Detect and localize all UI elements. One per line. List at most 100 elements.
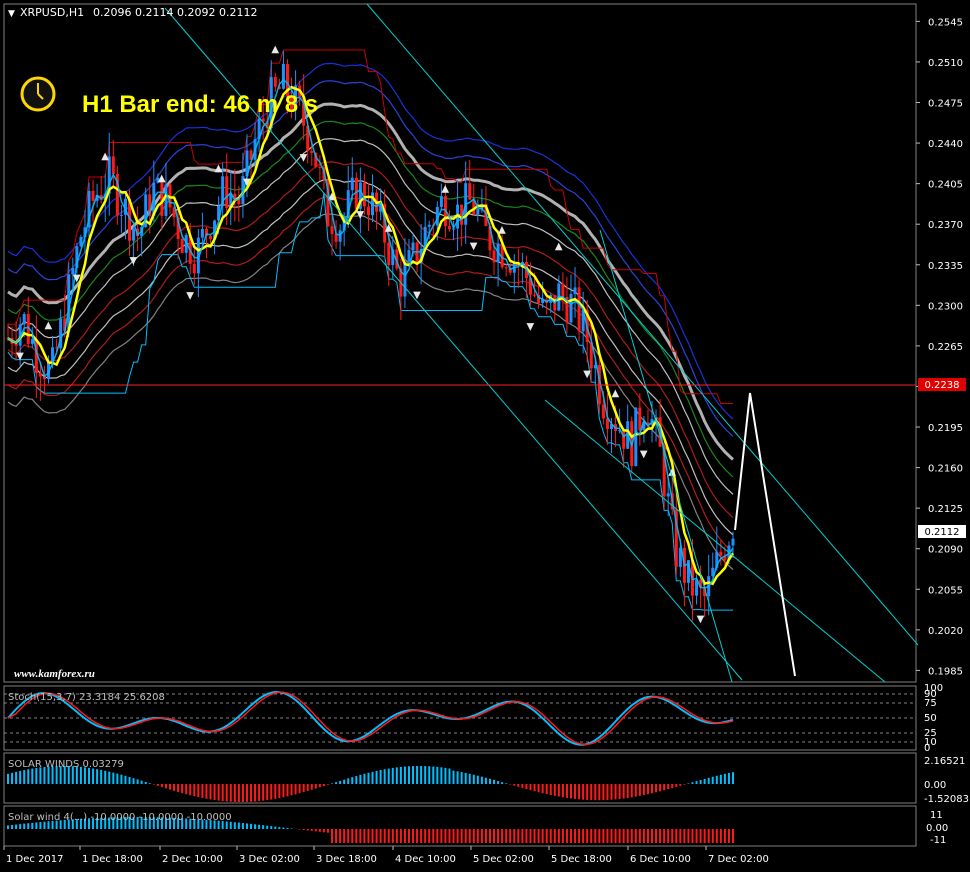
solar-wind-bar xyxy=(387,829,390,843)
solar-wind-bar xyxy=(403,829,406,843)
solar-winds-bar xyxy=(177,784,180,792)
solar-wind-bar xyxy=(436,829,439,843)
price-tick-label: 0.2020 xyxy=(928,626,963,637)
solar-wind-bar xyxy=(727,829,730,843)
solar-winds-bar xyxy=(436,766,439,784)
solar-winds-bar xyxy=(642,784,645,796)
solar-winds-bar xyxy=(185,784,188,795)
solar-winds-bar xyxy=(610,784,613,800)
solar-winds-bar xyxy=(112,772,115,784)
solar-winds-bar xyxy=(148,783,151,784)
solar-winds-bar xyxy=(432,766,435,784)
solar-wind-bar xyxy=(488,829,491,843)
candle-body xyxy=(533,294,537,296)
solar-wind-bar xyxy=(233,822,236,829)
solar-winds-bar xyxy=(197,784,200,798)
time-tick-label: 5 Dec 18:00 xyxy=(551,854,612,865)
price-tick-label: 0.2440 xyxy=(928,139,963,150)
candle-body xyxy=(719,551,723,556)
chart-header: ▼ XRPUSD,H1 0.2096 0.2114 0.2092 0.2112 xyxy=(8,6,257,19)
solar-winds-bar xyxy=(173,784,176,791)
solar-winds-bar xyxy=(254,784,257,802)
solar-winds-bar xyxy=(464,772,467,784)
solar-winds-bar xyxy=(96,769,99,784)
solar-winds-bar xyxy=(663,784,666,791)
candle-body xyxy=(577,287,581,332)
solar-wind-bar xyxy=(416,829,419,843)
solar-wind-bar xyxy=(270,826,273,829)
solar-wind-bar xyxy=(456,829,459,843)
price-tick-label: 0.2125 xyxy=(928,504,963,515)
fractal-arrow-icon: ▼ xyxy=(526,321,534,332)
solar-wind-bar xyxy=(407,829,410,843)
solar-wind-bar xyxy=(667,829,670,843)
solar-winds-bar xyxy=(606,784,609,800)
fractal-arrow-icon: ▼ xyxy=(640,449,648,460)
solar-wind-bar xyxy=(549,829,552,843)
solar-wind-bar xyxy=(412,829,415,843)
stoch-level-label: 0 xyxy=(924,743,930,754)
candle-body xyxy=(350,177,354,191)
solar-wind-bar xyxy=(650,829,653,843)
solar-winds-frame xyxy=(3,752,917,804)
candle-body xyxy=(415,242,419,264)
candle-body xyxy=(403,261,407,297)
price-tick-label: 0.2545 xyxy=(928,17,963,28)
solar-wind-bar xyxy=(626,829,629,843)
price-axis: 0.2545 0.2510 0.2475 0.2440 0.2405 0.2370 0.23… xyxy=(916,17,963,677)
solar-winds-bar xyxy=(278,784,281,799)
solar-winds-bar xyxy=(497,781,500,784)
solar-wind-bar xyxy=(262,825,265,829)
solar-winds-bar xyxy=(480,776,483,784)
solar-winds-bar xyxy=(399,766,402,784)
solar-wind-bar xyxy=(574,829,577,843)
solar-wind-bar xyxy=(476,829,479,843)
solar-wind-bar xyxy=(655,829,658,843)
dropdown-arrow-icon[interactable]: ▼ xyxy=(8,9,15,19)
solar-wind-bar xyxy=(254,824,257,829)
solar-winds-bar xyxy=(367,772,370,784)
solar-wind-bar xyxy=(732,829,734,843)
solar-winds-bar xyxy=(517,784,520,787)
solar-winds-bar xyxy=(578,784,581,800)
solar-winds-bar xyxy=(306,784,309,791)
solar-wind-bar xyxy=(521,829,524,843)
solar-wind-bar xyxy=(258,824,261,829)
solar-winds-bar xyxy=(703,778,706,784)
solar-wind-bar xyxy=(715,829,718,843)
solar-winds-label: SOLAR WINDS 0.03279 xyxy=(8,759,124,770)
solar-winds-bar xyxy=(553,784,556,796)
solar-winds-bar xyxy=(169,784,172,790)
solar-wind-bar xyxy=(501,829,504,843)
solar-winds-bar xyxy=(120,774,123,784)
solar-wind-bar xyxy=(561,829,564,843)
candle-body xyxy=(91,190,95,201)
solar-winds-bar xyxy=(391,767,394,784)
level-price-text: 0.2238 xyxy=(925,380,960,391)
solar-wind-bar xyxy=(484,829,487,843)
solar-winds-bar xyxy=(667,784,670,790)
candle-body xyxy=(366,206,370,216)
solar-wind-bar xyxy=(31,822,34,829)
solar-wind-bar xyxy=(424,829,427,843)
candle-body xyxy=(601,404,605,419)
candle-body xyxy=(200,228,204,238)
solar-wind-bar xyxy=(590,829,593,843)
solar-wind-bar xyxy=(699,829,702,843)
candle-body xyxy=(330,226,334,234)
solar-winds-bar xyxy=(152,784,155,785)
solar-wind-bar xyxy=(671,829,674,843)
solar-winds-bar xyxy=(160,784,163,788)
solar-wind-bar xyxy=(395,829,398,843)
solar-wind-bar xyxy=(679,829,682,843)
solar-wind-bar xyxy=(452,829,455,843)
solar-winds-bar xyxy=(302,784,305,793)
solar-winds-bar xyxy=(193,784,196,797)
solar-winds-bar xyxy=(505,783,508,784)
fractal-arrow-icon: ▼ xyxy=(186,291,194,302)
solar-winds-bar xyxy=(347,778,350,784)
candle-body xyxy=(504,267,508,269)
solar-winds-bar xyxy=(711,776,714,784)
solar-winds-bar xyxy=(225,784,228,802)
solar-wind-zero: 0.00 xyxy=(926,823,948,834)
